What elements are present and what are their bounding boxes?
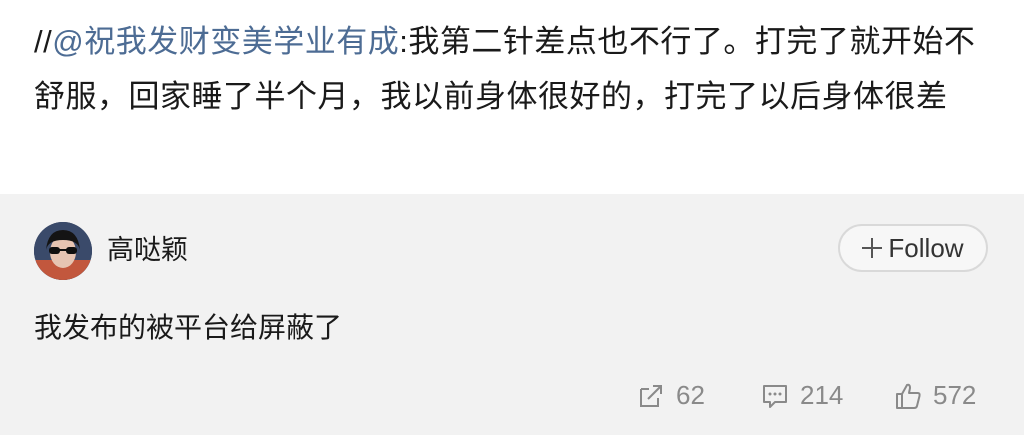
follow-button[interactable]: Follow xyxy=(838,224,988,272)
like-action[interactable]: 572 xyxy=(893,380,976,411)
repost-content: //@祝我发财变美学业有成:我第二针差点也不行了。打完了就开始不舒服，回家睡了半… xyxy=(0,0,1024,194)
repost-prefix: // xyxy=(34,24,53,59)
follow-label: Follow xyxy=(888,233,964,263)
comment-count: 214 xyxy=(800,380,844,410)
plus-icon xyxy=(862,238,883,258)
mention-link[interactable]: @祝我发财变美学业有成 xyxy=(52,24,399,59)
username[interactable]: 高哒颖 xyxy=(107,232,188,270)
comment-text: 我发布的被平台给屏蔽了 xyxy=(34,311,343,344)
comment-action[interactable]: 214 xyxy=(760,380,843,411)
comment-icon xyxy=(763,384,787,408)
avatar[interactable] xyxy=(34,222,92,280)
repost-count: 62 xyxy=(676,380,705,410)
mention-colon: : xyxy=(399,24,409,59)
comment-card: 高哒颖 Follow 我发布的被平台给屏蔽了 62 214 572 xyxy=(0,194,1024,435)
repost-text: //@祝我发财变美学业有成:我第二针差点也不行了。打完了就开始不舒服，回家睡了半… xyxy=(34,14,984,125)
thumbs-up-icon xyxy=(896,383,921,409)
share-icon xyxy=(640,384,662,407)
like-count: 572 xyxy=(933,380,977,410)
repost-action[interactable]: 62 xyxy=(636,380,705,411)
